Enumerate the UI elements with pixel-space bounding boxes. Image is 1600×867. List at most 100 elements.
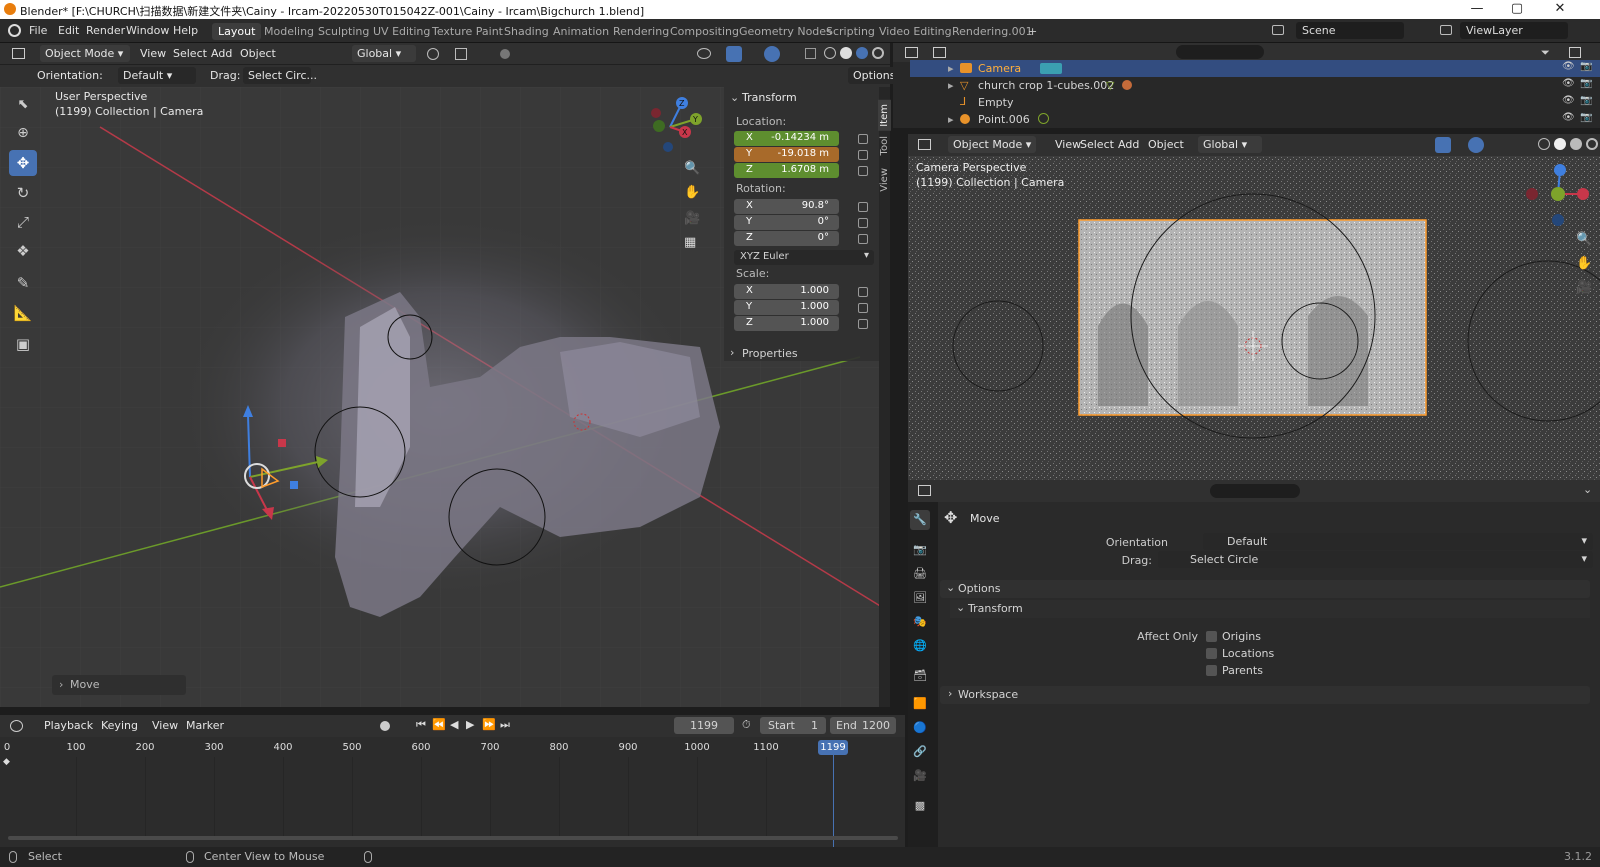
menu-object[interactable]: Object — [240, 47, 276, 60]
transform-subpanel[interactable]: ⌄ Transform — [950, 600, 1590, 618]
outliner-search-input[interactable] — [1176, 45, 1264, 59]
shading-solid-icon[interactable] — [840, 47, 852, 59]
collection-properties-icon[interactable]: 🗃 — [910, 666, 930, 686]
orientation-dropdown[interactable]: Default ▾ — [118, 67, 196, 84]
viewlayer-icon[interactable] — [1440, 25, 1452, 35]
tab-video-editing[interactable]: Video Editing — [873, 23, 958, 40]
prev-keyframe-icon[interactable]: ⏪ — [432, 718, 446, 731]
tab-animation[interactable]: Animation — [547, 23, 615, 40]
data-properties-icon[interactable]: 🎥 — [910, 766, 930, 786]
tool-properties-icon[interactable]: 🔧 — [910, 510, 930, 530]
minimize-button[interactable]: — — [1462, 1, 1492, 16]
origins-checkbox[interactable] — [1206, 631, 1217, 642]
menu-select[interactable]: Select — [173, 47, 207, 60]
timeline-menu-playback[interactable]: Playback — [44, 719, 93, 732]
properties-search-input[interactable] — [1210, 484, 1300, 498]
camera-view-icon[interactable]: 🎥 — [684, 211, 700, 226]
zoom-icon[interactable]: 🔍 — [684, 161, 700, 176]
camera-mode-dropdown[interactable]: Object Mode ▾ — [948, 136, 1036, 153]
maximize-button[interactable]: ▢ — [1502, 1, 1532, 16]
proportional-edit-icon[interactable] — [500, 49, 510, 59]
menu-file[interactable]: File — [29, 24, 47, 37]
transform-panel-label[interactable]: Transform — [742, 91, 797, 104]
prop-drag-dropdown[interactable]: Select Circle ▾ — [1158, 551, 1593, 568]
render-camera-icon[interactable]: 📷 — [1580, 95, 1592, 106]
filter-icon[interactable]: ⏷ — [1541, 46, 1550, 60]
end-frame-field[interactable]: End 1200 — [830, 717, 896, 734]
menu-add[interactable]: Add — [211, 47, 232, 60]
camera-view-icon[interactable]: 🎥 — [1576, 280, 1592, 295]
visibility-eye-icon[interactable]: 👁 — [1562, 95, 1575, 106]
record-icon[interactable] — [380, 721, 390, 731]
shading-wireframe-icon[interactable] — [824, 47, 836, 59]
scale-y-field[interactable]: Y 1.000 — [734, 300, 839, 315]
menu-view[interactable]: View — [140, 47, 166, 60]
workspace-subpanel[interactable]: › Workspace — [940, 686, 1590, 704]
location-y-field[interactable]: Y -19.018 m — [734, 147, 839, 162]
chevron-down-icon[interactable]: ⌄ — [1583, 483, 1592, 496]
overlay-toggle-icon[interactable] — [764, 46, 780, 62]
visibility-eye-icon[interactable]: 👁 — [1562, 61, 1575, 72]
pivot-icon[interactable] — [427, 48, 439, 60]
pan-hand-icon[interactable]: ✋ — [684, 185, 700, 200]
outliner-row-camera[interactable]: ▸ Camera — [910, 60, 1600, 77]
lock-location-x-icon[interactable] — [858, 134, 868, 144]
transform-tool[interactable]: ❖ — [9, 238, 37, 264]
lock-rotation-y-icon[interactable] — [858, 218, 868, 228]
move-tool[interactable]: ✥ — [9, 150, 37, 176]
camera-navigation-gizmo[interactable] — [1518, 158, 1598, 228]
camera-viewport[interactable]: Camera Perspective (1199) Collection | C… — [908, 156, 1600, 480]
next-keyframe-icon[interactable]: ⏩ — [482, 718, 496, 731]
cursor-tool[interactable]: ⊕ — [9, 120, 37, 146]
mode-dropdown[interactable]: Object Mode ▾ — [40, 45, 130, 62]
location-x-field[interactable]: X -0.14234 m — [734, 131, 839, 146]
locations-checkbox[interactable] — [1206, 648, 1217, 659]
parents-checkbox[interactable] — [1206, 665, 1217, 676]
timeline-menu-keying[interactable]: Keying — [101, 719, 138, 732]
lock-location-z-icon[interactable] — [858, 166, 868, 176]
expand-arrow-icon[interactable]: ▸ — [948, 113, 954, 126]
location-z-field[interactable]: Z 1.6708 m — [734, 163, 839, 178]
display-mode-icon[interactable] — [933, 47, 946, 58]
editor-type-icon[interactable] — [10, 720, 23, 732]
new-collection-icon[interactable] — [1569, 47, 1581, 58]
measure-tool[interactable]: 📐 — [9, 300, 37, 326]
menu-window[interactable]: Window — [126, 24, 169, 37]
add-cube-tool[interactable]: ▣ — [9, 331, 37, 357]
render-camera-icon[interactable]: 📷 — [1580, 61, 1592, 72]
lock-scale-z-icon[interactable] — [858, 319, 868, 329]
play-reverse-icon[interactable]: ◀ — [450, 718, 458, 731]
camera-menu-object[interactable]: Object — [1148, 138, 1184, 151]
keyframe-diamond-icon[interactable]: ◆ — [3, 757, 10, 767]
timeline-menu-marker[interactable]: Marker — [186, 719, 224, 732]
blender-menu-icon[interactable] — [8, 24, 21, 37]
rotation-y-field[interactable]: Y 0° — [734, 215, 839, 230]
menu-edit[interactable]: Edit — [58, 24, 79, 37]
ortho-grid-icon[interactable]: ▦ — [684, 235, 696, 250]
shading-rendered-icon[interactable] — [1586, 138, 1598, 150]
scene-selector-icon[interactable] — [1272, 25, 1284, 35]
playhead-badge[interactable]: 1199 — [818, 740, 848, 755]
select-tool[interactable]: ⬉ — [9, 92, 37, 118]
add-workspace-button[interactable]: + — [1022, 23, 1043, 40]
expand-arrow-icon[interactable]: ▸ — [948, 79, 954, 92]
rotate-tool[interactable]: ↻ — [9, 180, 37, 206]
shading-wireframe-icon[interactable] — [1538, 138, 1550, 150]
shading-material-icon[interactable] — [1570, 138, 1582, 150]
properties-subpanel[interactable]: › Properties — [724, 346, 879, 362]
navigation-gizmo[interactable]: Z Y X — [640, 92, 710, 162]
drag-dropdown[interactable]: Select Circ... — [243, 67, 317, 84]
scene-field[interactable]: Scene — [1296, 22, 1404, 39]
play-icon[interactable]: ▶ — [466, 718, 474, 731]
camera-menu-add[interactable]: Add — [1118, 138, 1139, 151]
scale-z-field[interactable]: Z 1.000 — [734, 316, 839, 331]
lock-location-y-icon[interactable] — [858, 150, 868, 160]
shading-solid-icon[interactable] — [1554, 138, 1566, 150]
zoom-icon[interactable]: 🔍 — [1576, 232, 1592, 247]
last-operator-panel[interactable]: › Move — [52, 675, 186, 695]
tab-layout[interactable]: Layout — [212, 23, 262, 40]
lock-scale-x-icon[interactable] — [858, 287, 868, 297]
viewlayer-field[interactable]: ViewLayer — [1460, 22, 1568, 39]
shading-rendered-icon[interactable] — [872, 47, 884, 59]
texture-properties-icon[interactable]: ▩ — [910, 796, 930, 816]
